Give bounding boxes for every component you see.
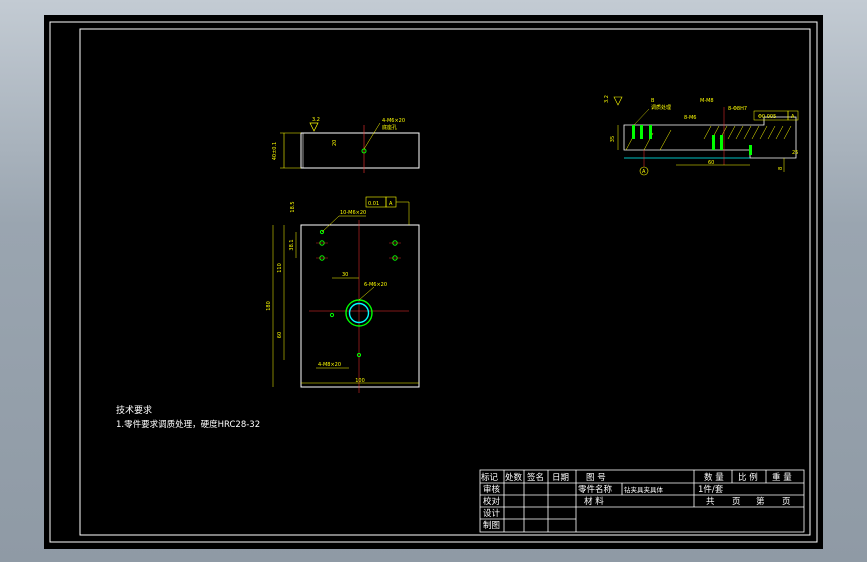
tb-shenhe: 审核 bbox=[483, 484, 501, 495]
front-view-holes bbox=[316, 229, 401, 358]
section-height-label: 35 bbox=[610, 136, 616, 142]
top-offset-label: 18.5 bbox=[290, 201, 296, 212]
top-view-outline bbox=[300, 132, 420, 169]
tb-shuliang: 数 量 bbox=[704, 472, 724, 483]
tb-chushu: 处数 bbox=[505, 472, 523, 483]
note-1: B bbox=[651, 98, 655, 104]
tolerance-datum: A bbox=[389, 201, 393, 207]
tb-part-name: 钻夹具夹具体 bbox=[624, 485, 664, 494]
section-datum-label: A bbox=[642, 169, 646, 175]
tech-req-title: 技术要求 bbox=[116, 404, 152, 416]
hole-spec-leader bbox=[321, 215, 340, 233]
surface-finish-label: 3.2 bbox=[312, 117, 320, 123]
inner-border bbox=[79, 28, 811, 536]
section-holes bbox=[632, 125, 752, 155]
tb-sheji: 设计 bbox=[483, 508, 501, 519]
tb-cailiao: 材 料 bbox=[584, 496, 604, 507]
tb-lingjian-mingcheng: 零件名称 bbox=[578, 484, 613, 495]
section-length-label: 60 bbox=[708, 160, 714, 166]
tb-bili: 比 例 bbox=[738, 472, 758, 483]
cad-drawing: 40±0.1 3.2 4-M6×20 底座孔 20 180 110 60 38.… bbox=[49, 21, 818, 543]
spec-2: 8-Φ8H7 bbox=[728, 106, 747, 112]
tb-gong: 共 bbox=[706, 497, 715, 507]
bore-spec-label: 6-M6×20 bbox=[364, 282, 387, 288]
section-view: A 60 35 8 25 3.2 B 调质处理 M-M8 8-Φ8H7 8-M6… bbox=[604, 95, 799, 176]
tolerance-value: 0.01 bbox=[368, 201, 379, 207]
hole-depth-label: 20 bbox=[332, 140, 338, 146]
tb-qianming: 签名 bbox=[527, 472, 544, 483]
cad-drawing-canvas[interactable]: 40±0.1 3.2 4-M6×20 底座孔 20 180 110 60 38.… bbox=[44, 15, 823, 549]
tb-tuhao: 图 号 bbox=[586, 473, 606, 483]
tb-di: 第 bbox=[756, 496, 765, 507]
section-right-label-2: 25 bbox=[792, 150, 798, 156]
hole-note-leader bbox=[363, 122, 381, 150]
bore-spec-leader bbox=[358, 286, 375, 301]
spec-3: 8-M6 bbox=[684, 115, 696, 121]
thickness-label: 40±0.1 bbox=[272, 142, 278, 161]
hole-note-label-2: 底座孔 bbox=[382, 124, 397, 131]
section-right-label: 8 bbox=[778, 167, 784, 170]
tb-zhongliang: 重 量 bbox=[772, 472, 792, 483]
bore-offset-label: 30 bbox=[342, 272, 348, 278]
note-leader bbox=[633, 108, 650, 126]
spec-4-datum: A bbox=[791, 114, 795, 120]
note-2: 调质处理 bbox=[651, 104, 671, 111]
tech-req-item-1: 1.零件要求调质处理，硬度HRC28-32 bbox=[116, 419, 260, 430]
lower-height-label: 60 bbox=[277, 332, 283, 338]
hole bbox=[329, 312, 335, 318]
tb-quantity: 1件/套 bbox=[698, 484, 724, 495]
upper-height-label: 110 bbox=[277, 263, 283, 273]
tb-biaoji: 标记 bbox=[481, 472, 499, 483]
tb-ye1: 页 bbox=[732, 497, 741, 507]
title-block-text: 标记 处数 签名 日期 图 号 数 量 比 例 重 量 审核 零件名称 钻夹具夹… bbox=[481, 472, 792, 531]
hole-note-label: 4-M6×20 bbox=[382, 118, 405, 124]
front-view: 180 110 60 38.1 18.5 0.01 A 10-M6×20 30 … bbox=[266, 196, 420, 393]
spacing-label: 38.1 bbox=[289, 239, 295, 250]
hole-spec-label: 10-M6×20 bbox=[340, 210, 366, 216]
tb-riqi: 日期 bbox=[552, 473, 569, 483]
top-view: 40±0.1 3.2 4-M6×20 底座孔 20 bbox=[272, 117, 420, 173]
tolerance-frame: 0.01 A bbox=[365, 196, 410, 225]
bottom-spec-label: 4-M8×20 bbox=[318, 362, 341, 368]
tb-ye2: 页 bbox=[782, 497, 791, 507]
tb-jiaozhen: 校对 bbox=[483, 496, 501, 507]
spec-4: Φ0.005 bbox=[758, 114, 776, 120]
width-label: 100 bbox=[355, 378, 365, 384]
section-tolerance-frame: Φ0.005 A bbox=[753, 110, 799, 121]
tb-zhitu: 制图 bbox=[483, 520, 500, 531]
section-surface-finish-label: 3.2 bbox=[604, 95, 610, 103]
spec-1: M-M8 bbox=[700, 98, 714, 104]
overall-height-label: 180 bbox=[266, 301, 272, 311]
section-surface-finish bbox=[613, 96, 623, 106]
surface-finish-symbol bbox=[309, 122, 319, 132]
